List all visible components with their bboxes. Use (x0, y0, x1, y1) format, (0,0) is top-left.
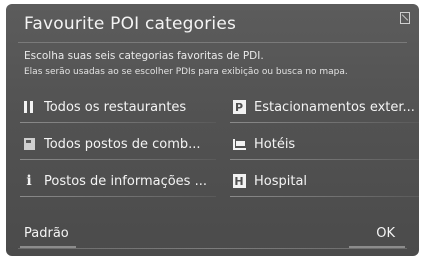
poi-categories-screen: Favourite POI categories Escolha suas se… (6, 4, 419, 256)
footer-divider (18, 248, 407, 249)
hotel-icon (232, 137, 246, 151)
item-underline (230, 196, 419, 197)
ok-button[interactable]: OK (376, 226, 395, 241)
info-icon: i (26, 173, 32, 189)
restaurant-icon (22, 100, 36, 114)
gas-station-icon (22, 137, 36, 151)
window-corner-icon (400, 12, 410, 24)
item-underline (230, 122, 419, 123)
category-label: Todos os restaurantes (44, 99, 187, 115)
hospital-icon: H (232, 174, 246, 188)
default-button[interactable]: Padrão (24, 226, 69, 241)
item-underline (20, 159, 216, 160)
description-line-2: Elas serão usadas ao se escolher PDIs pa… (24, 67, 348, 77)
item-underline (230, 159, 419, 160)
default-button-underline (20, 246, 76, 248)
category-item-restaurants[interactable]: Todos os restaurantes (20, 94, 216, 123)
title-divider (18, 42, 407, 43)
description-line-1: Escolha suas seis categorias favoritas d… (24, 50, 264, 62)
category-item-info-stations[interactable]: i Postos de informações ... (20, 168, 216, 197)
category-label: Hospital (254, 173, 308, 189)
category-item-gas-stations[interactable]: Todos postos de comb... (20, 131, 216, 160)
parking-icon: P (232, 100, 246, 114)
page-title: Favourite POI categories (24, 14, 237, 34)
category-item-parking[interactable]: P Estacionamentos exter... (230, 94, 419, 123)
ok-button-underline (349, 246, 405, 248)
item-underline (20, 122, 216, 123)
category-item-hotels[interactable]: Hotéis (230, 131, 419, 160)
category-item-hospital[interactable]: H Hospital (230, 168, 419, 197)
item-underline (20, 196, 216, 197)
category-label: Estacionamentos exter... (254, 99, 415, 115)
category-label: Hotéis (254, 136, 296, 152)
category-label: Postos de informações ... (44, 173, 207, 189)
category-label: Todos postos de comb... (44, 136, 201, 152)
